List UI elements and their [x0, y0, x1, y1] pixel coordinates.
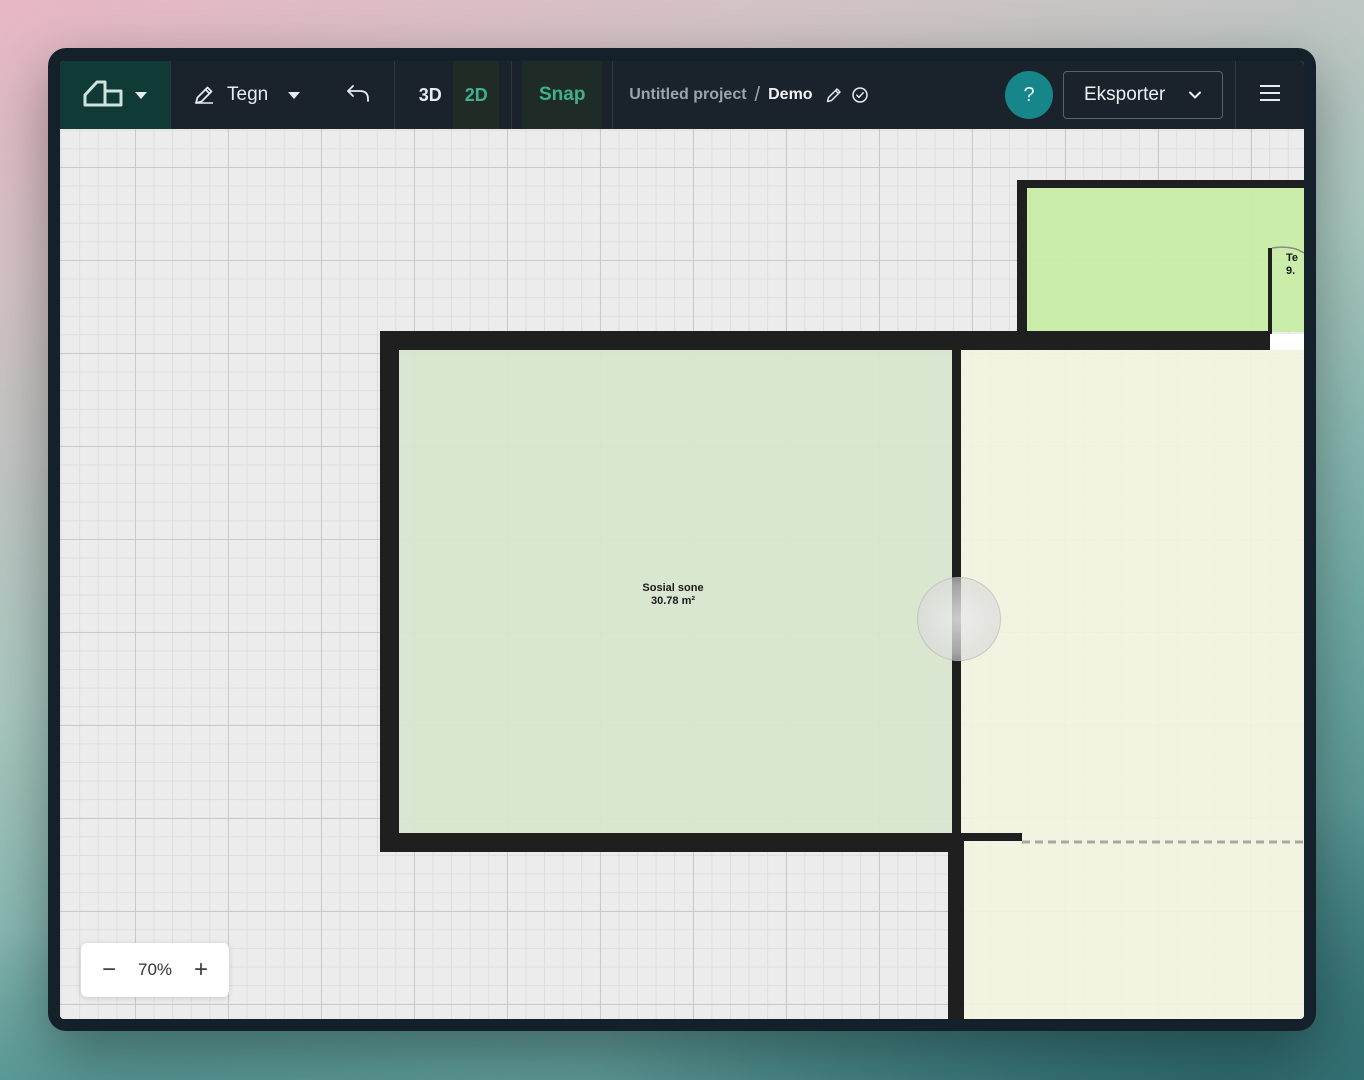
- draw-tool-label: Tegn: [227, 84, 269, 105]
- chevron-down-icon: [288, 91, 301, 99]
- room-name: Sosial sone: [642, 582, 704, 594]
- workspace-name[interactable]: Demo: [768, 86, 812, 104]
- room-label-social: Sosial sone 30.78 m²: [623, 582, 723, 608]
- export-label: Eksporter: [1084, 84, 1166, 105]
- project-name[interactable]: Untitled project: [629, 86, 746, 104]
- pointer-indicator: [917, 577, 1001, 661]
- room-area: 30.78 m²: [650, 595, 696, 607]
- top-toolbar: Tegn 3D 2D Snap Untitled project / Demo: [60, 61, 1304, 129]
- room-label-top: Te 9.: [1286, 252, 1304, 278]
- undo-icon: [345, 82, 371, 109]
- view-mode-toggle: 3D 2D: [395, 61, 500, 129]
- floorplan-drawing: [380, 180, 1304, 1019]
- door-opening: [1270, 334, 1304, 350]
- zoom-out-button[interactable]: −: [99, 958, 119, 982]
- undo-button[interactable]: [322, 61, 394, 129]
- house-roof-icon: [83, 79, 125, 112]
- hamburger-menu-button[interactable]: [1236, 61, 1304, 129]
- edit-pencil-icon[interactable]: [825, 86, 843, 104]
- zoom-in-button[interactable]: +: [191, 958, 211, 982]
- breadcrumb: Untitled project / Demo: [613, 61, 868, 129]
- draw-tool-dropdown[interactable]: Tegn: [171, 61, 322, 129]
- floorplan-canvas[interactable]: Sosial sone 30.78 m² Te 9.: [60, 129, 1304, 1019]
- room-floor[interactable]: [960, 341, 1304, 1019]
- view-2d-button[interactable]: 2D: [453, 61, 500, 129]
- zoom-level: 70%: [137, 960, 173, 979]
- help-button[interactable]: ?: [1005, 71, 1053, 119]
- divider: [511, 61, 513, 129]
- room-area: 9.: [1286, 265, 1296, 277]
- saved-check-icon: [851, 86, 869, 104]
- room-floor[interactable]: [1018, 180, 1304, 332]
- chevron-down-icon: [1188, 84, 1202, 106]
- view-3d-button[interactable]: 3D: [407, 61, 453, 129]
- menu-icon: [1259, 84, 1281, 107]
- room-name: Te: [1286, 252, 1299, 264]
- export-dropdown[interactable]: Eksporter: [1063, 71, 1223, 119]
- zoom-control: − 70% +: [81, 943, 229, 997]
- app-screen: Tegn 3D 2D Snap Untitled project / Demo: [60, 61, 1304, 1019]
- chevron-down-icon: [135, 91, 147, 99]
- home-menu-button[interactable]: [60, 61, 170, 129]
- snap-toggle-button[interactable]: Snap: [522, 61, 603, 129]
- pencil-icon: [193, 84, 215, 106]
- breadcrumb-separator: /: [754, 83, 761, 106]
